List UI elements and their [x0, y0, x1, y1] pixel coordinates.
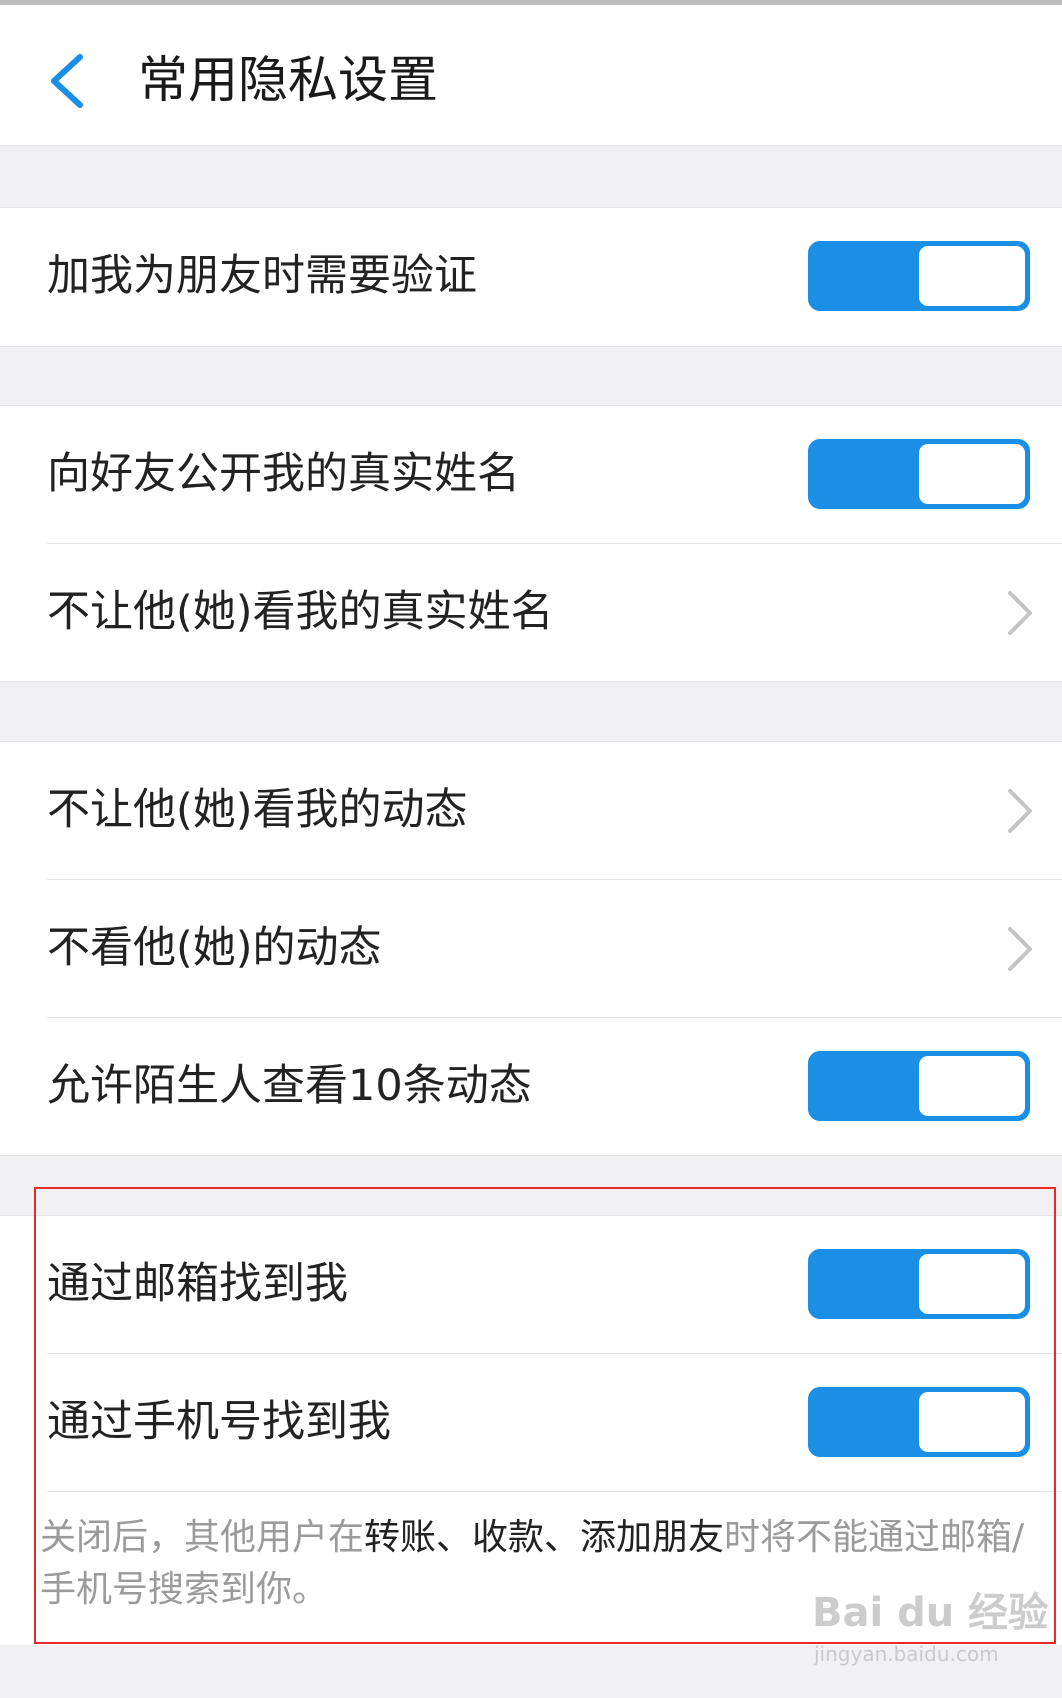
setting-label: 向好友公开我的真实姓名 [47, 449, 520, 499]
toggle-knob [919, 1056, 1025, 1116]
friend-verify-toggle[interactable] [808, 241, 1030, 311]
setting-row-hide-moments[interactable]: 不让他(她)看我的动态 [0, 742, 1062, 879]
setting-row-not-see-moments[interactable]: 不看他(她)的动态 [0, 880, 1062, 1017]
toggle-knob [919, 246, 1025, 306]
show-real-name-toggle[interactable] [808, 439, 1030, 509]
annotation-highlight-box [34, 1187, 1056, 1644]
setting-row-hide-real-name[interactable]: 不让他(她)看我的真实姓名 [0, 544, 1062, 681]
settings-group-moments: 不让他(她)看我的动态 不看他(她)的动态 允许陌生人查看10条动态 [0, 741, 1062, 1156]
settings-group-real-name: 向好友公开我的真实姓名 不让他(她)看我的真实姓名 [0, 405, 1062, 682]
setting-row-friend-verify: 加我为朋友时需要验证 [0, 208, 1062, 345]
setting-label: 不让他(她)看我的动态 [47, 785, 468, 835]
watermark-logo-text: Bai du 经验 [812, 1590, 1049, 1636]
setting-label: 允许陌生人查看10条动态 [47, 1061, 532, 1111]
setting-row-stranger-posts: 允许陌生人查看10条动态 [0, 1018, 1062, 1155]
settings-group-verification: 加我为朋友时需要验证 [0, 207, 1062, 347]
setting-row-show-real-name: 向好友公开我的真实姓名 [0, 406, 1062, 543]
chevron-right-icon [1008, 927, 1032, 971]
watermark-url: jingyan.baidu.com [814, 1642, 999, 1666]
nav-bar: 常用隐私设置 [0, 5, 1062, 146]
baidu-jingyan-watermark: Bai du 经验 jingyan.baidu.com [812, 1580, 1048, 1680]
chevron-right-icon [1008, 591, 1032, 635]
stranger-posts-toggle[interactable] [808, 1051, 1030, 1121]
setting-label: 不看他(她)的动态 [47, 923, 382, 973]
setting-label: 加我为朋友时需要验证 [47, 251, 477, 301]
chevron-left-icon [51, 54, 83, 108]
back-button[interactable] [38, 41, 102, 121]
page-title: 常用隐私设置 [138, 51, 438, 109]
setting-label: 不让他(她)看我的真实姓名 [47, 587, 554, 637]
toggle-knob [919, 444, 1025, 504]
chevron-right-icon [1008, 789, 1032, 833]
